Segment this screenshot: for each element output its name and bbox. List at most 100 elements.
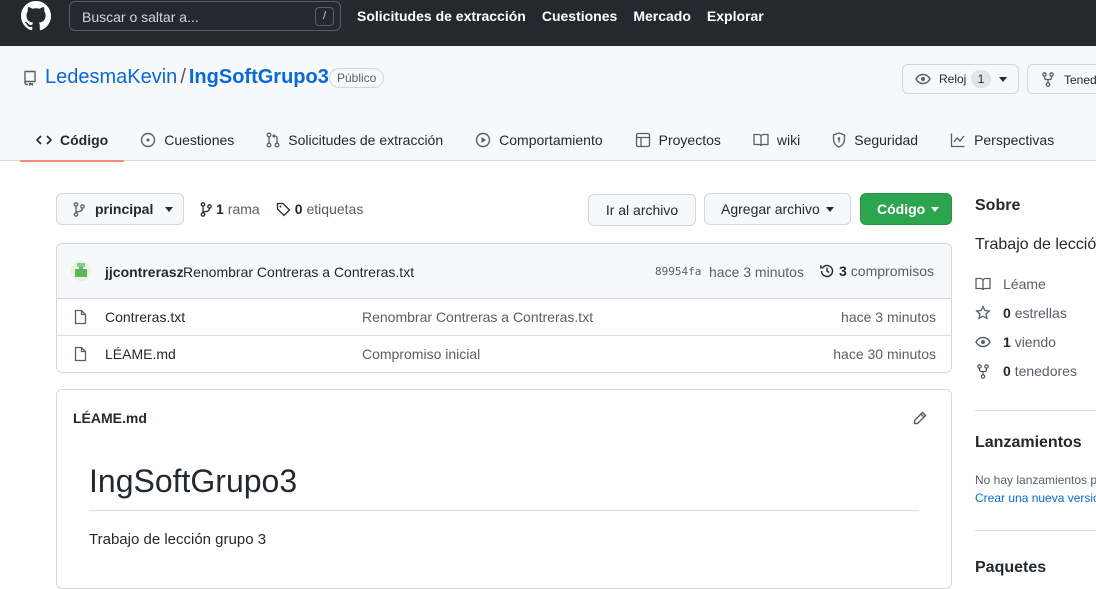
tab-wiki[interactable]: wiki: [737, 118, 816, 161]
file-icon: [74, 309, 87, 325]
chevron-down-icon: [825, 206, 834, 212]
stars-label: estrellas: [1014, 305, 1067, 321]
tab-label: Seguridad: [854, 131, 919, 148]
repo-name-link[interactable]: IngSoftGrupo3: [189, 66, 329, 88]
tab-security[interactable]: Seguridad: [816, 118, 934, 161]
code-button-label: Código: [877, 201, 926, 217]
branch-icon: [200, 201, 212, 217]
watching-count: 1: [1003, 334, 1011, 350]
readme-divider: [89, 510, 919, 511]
readme-panel: LÉAME.md IngSoftGrupo3 Trabajo de lecció…: [56, 389, 952, 589]
commit-author-link[interactable]: jjcontrerasz: [105, 264, 184, 280]
create-release-link[interactable]: Crear una nueva versió: [975, 491, 1096, 505]
forks-link[interactable]: 0 tenedores: [975, 363, 1077, 379]
fork-icon: [975, 363, 991, 379]
packages-heading[interactable]: Paquetes: [975, 559, 1046, 577]
releases-heading[interactable]: Lanzamientos: [975, 434, 1082, 452]
add-file-label: Agregar archivo: [721, 201, 820, 217]
file-name-link[interactable]: LÉAME.md: [105, 346, 176, 362]
branch-count: 1: [216, 201, 224, 217]
commits-history-link[interactable]: 3 compromisos: [819, 263, 934, 279]
repo-header: LedesmaKevin / IngSoftGrupo3 Público Reloj…: [0, 46, 1096, 162]
branches-link[interactable]: 1 rama: [200, 201, 260, 217]
file-commit-message-link[interactable]: Compromiso inicial: [362, 346, 480, 362]
go-to-file-button[interactable]: Ir al archivo: [588, 194, 696, 226]
file-icon: [74, 346, 87, 362]
avatar[interactable]: [71, 261, 91, 281]
shield-icon: [832, 131, 846, 148]
tab-label: Código: [60, 131, 109, 148]
repo-owner-link[interactable]: LedesmaKevin: [45, 66, 177, 88]
watch-button[interactable]: Reloj 1: [902, 64, 1019, 94]
tab-code[interactable]: Código: [20, 118, 125, 162]
global-header: Buscar o saltar a... / Solicitudes de ex…: [0, 0, 1096, 46]
sidebar-divider: [975, 410, 1096, 411]
tab-label: Cuestiones: [164, 131, 235, 148]
file-row[interactable]: LÉAME.md Compromiso inicial hace 30 minu…: [57, 336, 951, 372]
branch-icon: [73, 201, 85, 217]
commit-time: hace 3 minutos: [709, 264, 804, 280]
nav-explore[interactable]: Explorar: [707, 8, 764, 24]
github-logo-icon[interactable]: [20, 1, 52, 31]
add-file-button[interactable]: Agregar archivo: [704, 193, 851, 225]
eye-icon: [975, 336, 991, 348]
tab-pull-requests[interactable]: Solicitudes de extracción: [250, 118, 459, 161]
file-commit-time: hace 3 minutos: [841, 309, 936, 325]
forks-label: tenedores: [1014, 363, 1077, 379]
watchers-link[interactable]: 1 viendo: [975, 334, 1056, 350]
commit-message-link[interactable]: Renombrar Contreras a Contreras.txt: [183, 264, 414, 280]
tab-issues[interactable]: Cuestiones: [124, 118, 250, 161]
fork-label: Tened: [1064, 73, 1096, 87]
sidebar-divider: [975, 530, 1096, 531]
commit-sha-link[interactable]: 89954fa: [655, 265, 701, 278]
tab-actions[interactable]: Comportamiento: [459, 118, 619, 161]
file-commit-message-link[interactable]: Renombrar Contreras a Contreras.txt: [362, 309, 593, 325]
graph-icon: [950, 132, 966, 148]
history-icon: [819, 263, 835, 279]
nav-pull-requests[interactable]: Solicitudes de extracción: [357, 8, 526, 24]
nav-marketplace[interactable]: Mercado: [633, 8, 691, 24]
fork-icon: [1042, 72, 1054, 87]
tab-insights[interactable]: Perspectivas: [934, 118, 1070, 161]
commit-count-label: compromisos: [850, 263, 935, 279]
branch-select-button[interactable]: principal: [56, 193, 184, 225]
file-row[interactable]: Contreras.txt Renombrar Contreras a Cont…: [57, 299, 951, 336]
watch-count: 1: [971, 70, 991, 88]
readme-link[interactable]: Léame: [975, 276, 1046, 292]
pull-request-icon: [266, 132, 280, 148]
readme-body: Trabajo de lección grupo 3: [89, 531, 267, 548]
pencil-icon[interactable]: [913, 411, 927, 425]
tags-link[interactable]: 0 etiquetas: [276, 201, 363, 217]
tab-label: wiki: [776, 131, 801, 148]
book-icon: [753, 133, 769, 147]
chevron-down-icon: [999, 77, 1007, 82]
fork-button[interactable]: Tened: [1027, 64, 1096, 94]
tab-projects[interactable]: Proyectos: [619, 118, 737, 161]
chevron-down-icon: [165, 206, 174, 212]
repo-description: Trabajo de lección: [975, 236, 1096, 253]
eye-icon: [915, 73, 931, 85]
search-input[interactable]: Buscar o saltar a... /: [69, 1, 341, 31]
nav-issues[interactable]: Cuestiones: [542, 8, 617, 24]
go-to-file-label: Ir al archivo: [605, 202, 679, 218]
code-button[interactable]: Código: [860, 193, 952, 225]
file-browser: jjcontrerasz Renombrar Contreras a Contr…: [56, 243, 952, 373]
commit-count: 3: [839, 263, 847, 279]
file-name-link[interactable]: Contreras.txt: [105, 309, 185, 325]
branch-name: principal: [95, 201, 154, 217]
code-icon: [36, 134, 52, 146]
table-icon: [635, 132, 651, 148]
branch-tag-summary: 1 rama 0 etiquetas: [200, 201, 363, 217]
watching-label: viendo: [1014, 334, 1056, 350]
readme-filename[interactable]: LÉAME.md: [73, 410, 147, 426]
stars-link[interactable]: 0 estrellas: [975, 305, 1067, 321]
watch-label: Reloj: [939, 72, 967, 86]
tab-label: Comportamiento: [499, 131, 603, 148]
tag-icon: [276, 202, 291, 217]
chevron-down-icon: [931, 206, 940, 212]
repo-icon: [23, 70, 37, 86]
branch-count-label: rama: [227, 201, 260, 217]
global-nav: Solicitudes de extracción Cuestiones Mer…: [357, 8, 764, 24]
stars-count: 0: [1003, 305, 1011, 321]
no-releases-text: No hay lanzamientos p: [975, 473, 1096, 487]
